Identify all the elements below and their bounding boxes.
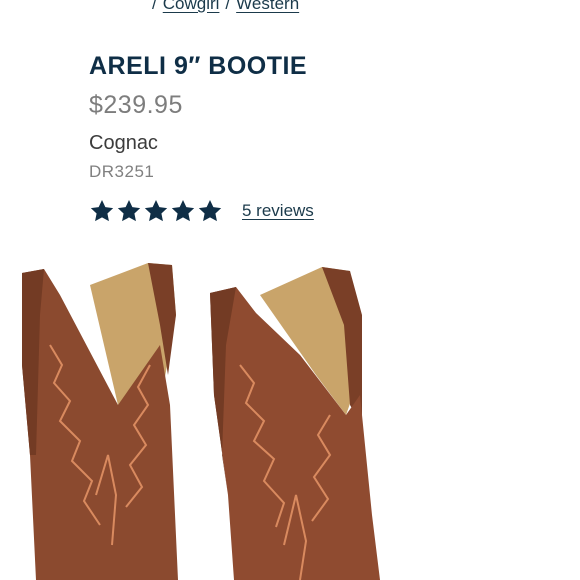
left-boot — [22, 263, 178, 580]
star-icon — [144, 199, 168, 222]
product-rating: 5 reviews — [89, 198, 314, 224]
product-sku: DR3251 — [89, 162, 155, 181]
star-icon — [90, 199, 114, 222]
product-image — [22, 263, 380, 580]
rating-stars — [89, 198, 223, 224]
star-icon — [117, 199, 141, 222]
breadcrumb-link-cowgirl[interactable]: Cowgirl — [163, 0, 220, 13]
right-boot — [210, 267, 380, 580]
star-icon — [198, 199, 222, 222]
breadcrumb: / Cowgirl / Western — [146, 0, 299, 14]
star-icon — [171, 199, 195, 222]
breadcrumb-separator: / — [152, 0, 157, 13]
breadcrumb-separator: / — [225, 0, 231, 13]
product-price: $239.95 — [89, 91, 183, 119]
product-color-name: Cognac — [89, 132, 158, 154]
reviews-link[interactable]: 5 reviews — [242, 201, 314, 221]
breadcrumb-link-western[interactable]: Western — [236, 0, 299, 13]
product-title: ARELI 9″ BOOTIE — [89, 52, 308, 80]
